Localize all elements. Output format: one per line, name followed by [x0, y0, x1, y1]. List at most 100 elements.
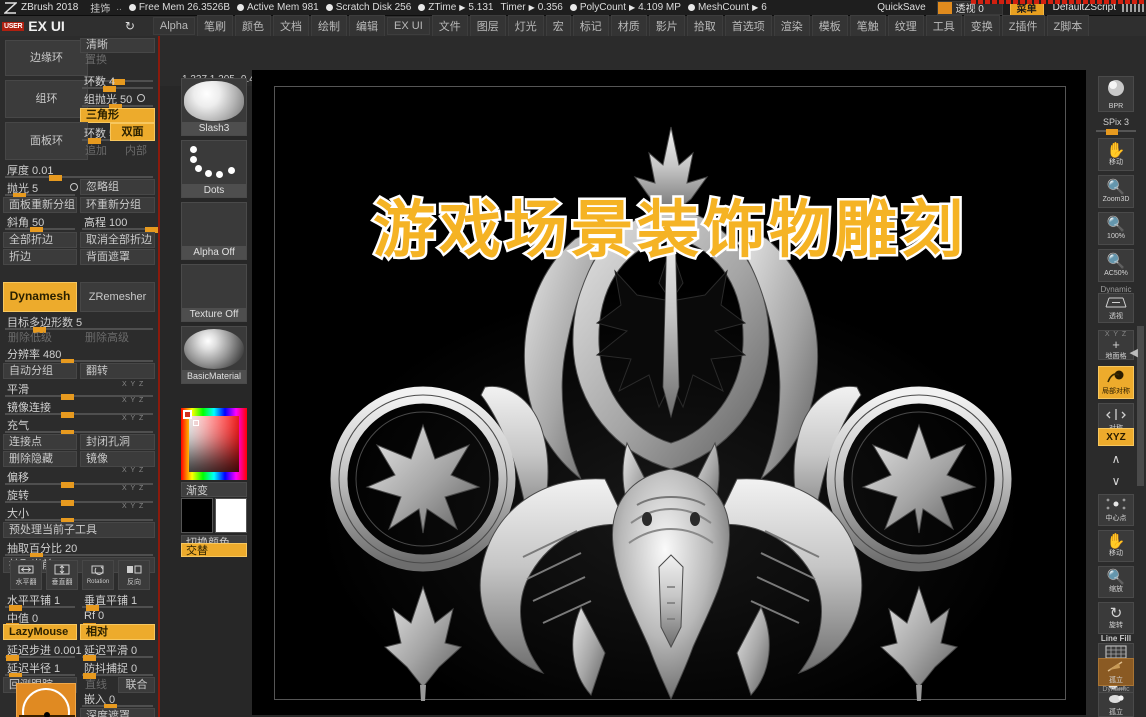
- menu-item-zplugin[interactable]: Z插件: [1001, 15, 1045, 37]
- mirror-button[interactable]: 镜像: [80, 451, 155, 467]
- zoom3d-button[interactable]: 🔍 Zoom3D: [1098, 175, 1134, 208]
- lazy-mouse-button[interactable]: LazyMouse: [3, 624, 77, 640]
- menu-item-material[interactable]: 材质: [610, 15, 647, 37]
- menu-item-edit[interactable]: 编辑: [349, 15, 386, 37]
- flip-button[interactable]: 翻转: [80, 363, 155, 379]
- menu-item-file[interactable]: 文件: [431, 15, 468, 37]
- double-button[interactable]: 双面: [110, 123, 155, 141]
- secondary-color-swatch[interactable]: [215, 498, 247, 533]
- uncrease-all-button[interactable]: 取消全部折边: [80, 232, 155, 248]
- perspective-button[interactable]: 透视: [1098, 293, 1134, 323]
- ignore-groups-button[interactable]: 忽略组: [80, 179, 155, 195]
- del-lower-button[interactable]: 删除低级: [3, 331, 77, 345]
- menu-item-stencil[interactable]: 模板: [811, 15, 848, 37]
- xyz-button[interactable]: XYZ: [1098, 428, 1134, 446]
- append-button[interactable]: 追加: [80, 144, 118, 158]
- dynamesh-button[interactable]: Dynamesh: [3, 282, 77, 312]
- alpha-slash3-swatch[interactable]: Slash3: [181, 78, 247, 136]
- texture-off-swatch[interactable]: Texture Off: [181, 264, 247, 322]
- panel-regroup-button[interactable]: 面板重新分组: [3, 197, 77, 213]
- brush-curve-widget[interactable]: [16, 683, 76, 717]
- primary-color-swatch[interactable]: [181, 498, 213, 533]
- snap-stabilize-slider[interactable]: 防抖捕捉 0: [80, 660, 155, 679]
- stroke-dots-swatch[interactable]: Dots: [181, 140, 247, 198]
- menu-item-render[interactable]: 渲染: [773, 15, 810, 37]
- thickness-slider[interactable]: 厚度 0.01: [3, 162, 155, 181]
- weld-points-button[interactable]: 连接点: [3, 434, 77, 450]
- elevation-slider[interactable]: 高程 100: [80, 214, 158, 233]
- move-button[interactable]: ✋ 移动: [1098, 530, 1134, 562]
- loops-slider[interactable]: 环数 4: [80, 73, 155, 92]
- menu-item-brush[interactable]: 笔刷: [197, 15, 234, 37]
- lazy-step-slider[interactable]: 延迟步进 0.001: [3, 642, 82, 661]
- rotation-button[interactable]: Rotation: [82, 560, 114, 590]
- menu-item-alpha[interactable]: Alpha: [152, 17, 196, 35]
- gradient-button[interactable]: 渐变: [181, 482, 247, 497]
- solo-button[interactable]: 孤立: [1098, 692, 1134, 717]
- refresh-icon[interactable]: ↻: [125, 19, 135, 33]
- menu-item-stroke[interactable]: 笔触: [849, 15, 886, 37]
- color-picker[interactable]: [181, 408, 247, 480]
- flip-v-button[interactable]: 垂直翻: [46, 560, 78, 590]
- triangles-button[interactable]: 三角形: [80, 108, 155, 123]
- spix-slider[interactable]: SPix 3: [1096, 117, 1136, 135]
- left-arrow-icon[interactable]: ◀: [1130, 346, 1138, 359]
- rotate-button[interactable]: ↻ 旋转: [1098, 602, 1134, 634]
- menu-item-light[interactable]: 灯光: [507, 15, 544, 37]
- actual-size-button[interactable]: 🔍 100%: [1098, 212, 1134, 245]
- lazy-smooth-slider[interactable]: 延迟平滑 0: [80, 642, 155, 661]
- menu-item-picker[interactable]: 拾取: [686, 15, 723, 37]
- panel-loops-button[interactable]: 面板环: [5, 122, 88, 160]
- polish2-slider[interactable]: 抛光 5: [3, 180, 77, 199]
- crease-button[interactable]: 折边: [3, 249, 77, 265]
- menu-item-draw[interactable]: 绘制: [311, 15, 348, 37]
- menu-item-zscript[interactable]: Z脚本: [1046, 15, 1090, 37]
- reverse-button[interactable]: 反向: [118, 560, 150, 590]
- right-scrollbar[interactable]: [1137, 326, 1144, 486]
- relative-button[interactable]: 相对: [80, 624, 155, 640]
- move-view-button[interactable]: ✋ 移动: [1098, 138, 1134, 171]
- inner-button[interactable]: 内部: [120, 144, 155, 158]
- menu-item-marker[interactable]: 标记: [572, 15, 609, 37]
- decimate-pct-slider[interactable]: 抽取百分比 20: [3, 540, 155, 559]
- v-tiles-slider[interactable]: 垂直平铺 1: [80, 592, 155, 611]
- target-polygon-slider[interactable]: 目标多边形数 5: [3, 314, 155, 333]
- menu-item-macro[interactable]: 宏: [545, 15, 571, 37]
- ghost-button[interactable]: 孤立: [1098, 658, 1134, 686]
- del-hidden-button[interactable]: 删除隐藏: [3, 451, 77, 467]
- menu-item-transform[interactable]: 变换: [963, 15, 1000, 37]
- h-tiles-slider[interactable]: 水平平铺 1: [3, 592, 77, 611]
- menu-item-texture[interactable]: 纹理: [887, 15, 924, 37]
- embed-slider[interactable]: 嵌入 0: [80, 691, 155, 710]
- menu-item-document[interactable]: 文档: [273, 15, 310, 37]
- local-symmetry-button[interactable]: 局部对称: [1098, 366, 1134, 399]
- menu-item-preferences[interactable]: 首选项: [724, 15, 772, 37]
- menu-item-tool[interactable]: 工具: [925, 15, 962, 37]
- crisp-button[interactable]: 清晰: [80, 38, 155, 53]
- menu-item-layer[interactable]: 图层: [469, 15, 506, 37]
- backface-mask-button[interactable]: 背面遮罩: [80, 249, 155, 265]
- depth-mask-button[interactable]: 深度遮罩: [80, 708, 155, 717]
- resolution-slider[interactable]: 分辨率 480: [3, 346, 155, 365]
- bpr-button[interactable]: BPR: [1098, 76, 1134, 112]
- menu-item-color[interactable]: 颜色: [235, 15, 272, 37]
- scale-button[interactable]: 🔍 缩放: [1098, 566, 1134, 598]
- y-axis-button[interactable]: ∨: [1098, 472, 1134, 490]
- group-polish-toggle[interactable]: [137, 94, 145, 102]
- alpha-off-swatch[interactable]: Alpha Off: [181, 202, 247, 260]
- material-basic-swatch[interactable]: BasicMaterial: [181, 326, 247, 384]
- lazy-radius-slider[interactable]: 延迟半径 1: [3, 660, 77, 679]
- menu-item-exui[interactable]: EX UI: [387, 17, 430, 35]
- menu-item-movie[interactable]: 影片: [648, 15, 685, 37]
- preprocess-current-button[interactable]: 预处理当前子工具: [3, 522, 155, 538]
- polish2-toggle[interactable]: [70, 183, 78, 191]
- close-holes-button[interactable]: 封闭孔洞: [80, 434, 155, 450]
- x-axis-button[interactable]: ∧: [1098, 450, 1134, 468]
- flip-h-button[interactable]: 水平翻: [10, 560, 42, 590]
- loops-regroup-button[interactable]: 环重新分组: [80, 197, 155, 213]
- edge-loop-button[interactable]: 边缘环: [5, 40, 88, 76]
- zremesher-button[interactable]: ZRemesher: [80, 282, 155, 312]
- group-loops-button[interactable]: 组环: [5, 80, 88, 118]
- auto-groups-button[interactable]: 自动分组: [3, 363, 77, 379]
- quicksave-button[interactable]: QuickSave: [870, 2, 932, 13]
